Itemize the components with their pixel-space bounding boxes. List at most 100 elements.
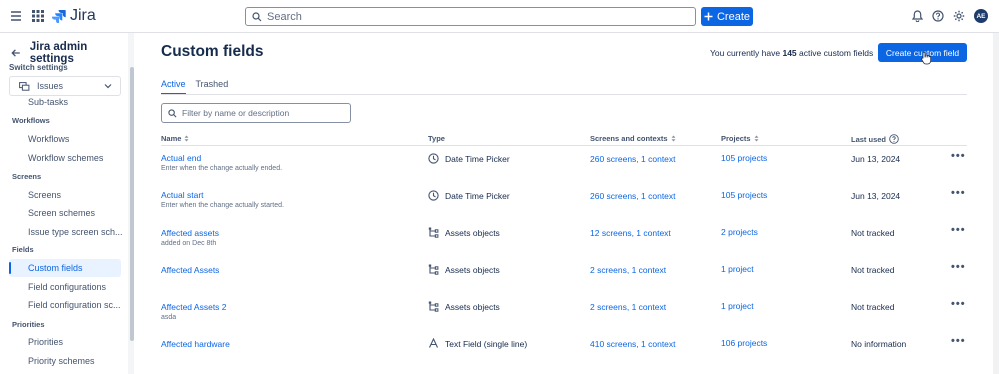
settings-switcher-value: Issues <box>37 81 64 91</box>
projects-link[interactable]: 105 projects <box>721 153 767 163</box>
sidebar-item-priorities[interactable]: Priorities <box>28 337 63 347</box>
field-type-label: Assets objects <box>445 301 500 312</box>
field-name-link[interactable]: Affected assets <box>161 228 219 238</box>
help-circle-icon[interactable] <box>889 134 899 144</box>
more-actions-icon[interactable]: ••• <box>951 261 966 273</box>
tab-active[interactable]: Active <box>161 79 186 95</box>
table-row: Affected Assets Assets objects 2 screens… <box>161 261 967 300</box>
table-row: Affected Assets 2 asda Assets objects 2 … <box>161 298 967 337</box>
sidebar-item-workflows[interactable]: Workflows <box>28 134 69 144</box>
field-type-label: Text Field (single line) <box>445 338 528 349</box>
column-header-projects[interactable]: Projects <box>721 134 759 143</box>
more-actions-icon[interactable]: ••• <box>951 224 966 236</box>
tabs-divider <box>161 94 967 95</box>
projects-link[interactable]: 106 projects <box>721 338 767 348</box>
search-placeholder: Search <box>267 10 302 23</box>
table-row: Affected assets added on Dec 8th Assets … <box>161 224 967 263</box>
more-actions-icon[interactable]: ••• <box>951 335 966 347</box>
field-type: Date Time Picker <box>428 153 510 164</box>
field-type: Text Field (single line) <box>428 338 527 349</box>
sidebar-item-sub-tasks[interactable]: Sub-tasks <box>28 97 68 107</box>
sidebar-section-screens: Screens <box>12 172 42 181</box>
jira-logo[interactable]: Jira <box>52 7 96 25</box>
sidebar-item-custom-fields[interactable]: Custom fields <box>28 263 83 273</box>
sidebar-section-workflows: Workflows <box>12 116 50 125</box>
back-arrow-icon[interactable] <box>11 48 21 58</box>
field-name-link[interactable]: Affected Assets 2 <box>161 302 227 312</box>
projects-link[interactable]: 105 projects <box>721 190 767 200</box>
sidebar-item-field-configuration-schemes[interactable]: Field configuration sc... <box>28 300 121 310</box>
top-navigation: Jira Search Create AE <box>0 0 999 33</box>
column-header-type-label: Type <box>428 134 445 143</box>
column-header-name-label: Name <box>161 134 182 143</box>
search-icon <box>168 108 177 117</box>
sidebar-section-priorities: Priorities <box>12 320 45 329</box>
column-header-name[interactable]: Name <box>161 134 189 143</box>
sidebar-header[interactable]: Jira admin settings <box>11 41 132 65</box>
search-input[interactable]: Search <box>245 7 696 26</box>
last-used-value: Not tracked <box>851 302 895 312</box>
more-actions-icon[interactable]: ••• <box>951 298 966 310</box>
filter-placeholder: Filter by name or description <box>182 108 290 118</box>
hand-cursor-icon <box>921 51 931 65</box>
sidebar-item-screen-schemes[interactable]: Screen schemes <box>28 208 95 218</box>
column-header-screens-label: Screens and contexts <box>590 134 668 143</box>
column-header-screens[interactable]: Screens and contexts <box>590 134 676 143</box>
create-button-label: Create <box>716 10 751 23</box>
more-actions-icon[interactable]: ••• <box>951 187 966 199</box>
notifications-bell-icon[interactable] <box>912 10 923 22</box>
field-tabs: Active Trashed <box>161 79 228 95</box>
field-name-link[interactable]: Affected Assets <box>161 265 219 275</box>
last-used-value: No information <box>851 339 907 349</box>
field-type: Assets objects <box>428 227 500 238</box>
last-used-value: Not tracked <box>851 228 895 238</box>
more-actions-icon[interactable]: ••• <box>951 150 966 162</box>
assets-icon <box>428 301 439 312</box>
sidebar-item-issue-type-screen-schemes[interactable]: Issue type screen sch... <box>28 227 123 237</box>
assets-icon <box>428 227 439 238</box>
sidebar-item-priority-schemes[interactable]: Priority schemes <box>28 356 95 366</box>
field-type: Date Time Picker <box>428 190 510 201</box>
screens-contexts-link[interactable]: 410 screens, 1 context <box>590 339 676 349</box>
tab-trashed[interactable]: Trashed <box>196 79 229 95</box>
settings-gear-icon[interactable] <box>953 10 965 22</box>
plus-icon <box>704 12 713 21</box>
field-name-link[interactable]: Actual start <box>161 190 204 200</box>
last-used-value: Jun 13, 2024 <box>851 154 901 164</box>
field-name-link[interactable]: Actual end <box>161 153 201 163</box>
help-icon[interactable] <box>932 10 944 22</box>
screens-contexts-link[interactable]: 12 screens, 1 context <box>590 228 671 238</box>
field-type: Assets objects <box>428 264 500 275</box>
field-description: Enter when the change actually ended. <box>161 165 283 172</box>
filter-input[interactable]: Filter by name or description <box>161 103 351 123</box>
assets-icon <box>428 264 439 275</box>
sidebar-section-fields: Fields <box>12 245 34 254</box>
projects-link[interactable]: 1 project <box>721 264 754 274</box>
search-icon <box>252 11 262 21</box>
screens-contexts-link[interactable]: 2 screens, 1 context <box>590 265 666 275</box>
screens-contexts-link[interactable]: 260 screens, 1 context <box>590 154 676 164</box>
create-button[interactable]: Create <box>701 7 753 26</box>
projects-link[interactable]: 2 projects <box>721 227 758 237</box>
app-name: Jira <box>70 7 96 24</box>
count-prefix: You currently have <box>710 48 781 58</box>
main-content: Custom fields You currently have 145 act… <box>134 33 999 374</box>
page-title: Custom fields <box>161 43 264 60</box>
screens-contexts-link[interactable]: 260 screens, 1 context <box>590 191 676 201</box>
field-description: asda <box>161 314 177 321</box>
projects-link[interactable]: 1 project <box>721 301 754 311</box>
hamburger-menu-icon[interactable] <box>10 10 22 22</box>
admin-sidebar: Jira admin settings Switch settings Issu… <box>0 33 133 374</box>
sidebar-item-workflow-schemes[interactable]: Workflow schemes <box>28 153 103 163</box>
user-avatar[interactable]: AE <box>974 9 988 23</box>
settings-switcher-select[interactable]: Issues <box>9 76 121 96</box>
app-switcher-icon[interactable] <box>32 10 44 22</box>
switch-settings-label: Switch settings <box>9 63 68 72</box>
field-description: Enter when the change actually started. <box>161 202 284 209</box>
sort-icon <box>671 135 676 142</box>
sidebar-item-screens[interactable]: Screens <box>28 190 61 200</box>
sidebar-active-indicator <box>9 262 11 274</box>
sidebar-item-field-configurations[interactable]: Field configurations <box>28 282 106 292</box>
field-name-link[interactable]: Affected hardware <box>161 339 230 349</box>
screens-contexts-link[interactable]: 2 screens, 1 context <box>590 302 666 312</box>
